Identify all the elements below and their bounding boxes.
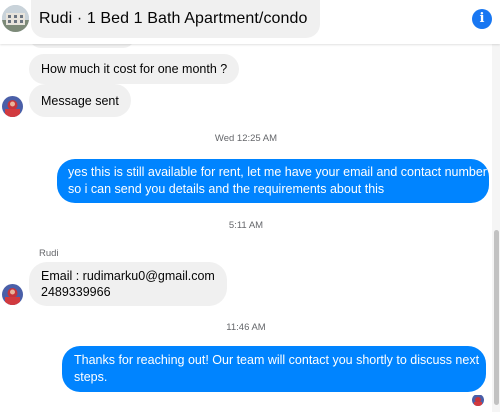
scrollbar[interactable] [492, 44, 500, 412]
message-bubble-outgoing: yes this is still available for rent, le… [57, 159, 489, 203]
message-bubble-partial [29, 44, 135, 48]
timestamp: 5:11 AM [228, 220, 264, 231]
scrollbar-thumb[interactable] [494, 230, 499, 405]
info-icon[interactable]: i [472, 9, 492, 29]
seen-indicator-avatar [472, 394, 484, 406]
message-bubble-incoming: Email : rudimarku0@gmail.com 2489339966 [29, 262, 227, 306]
sender-avatar[interactable] [2, 284, 23, 305]
sender-avatar[interactable] [2, 96, 23, 117]
sender-name: Rudi [39, 248, 59, 259]
chat-header: Rudi · 1 Bed 1 Bath Apartment/condo i [0, 0, 500, 44]
message-bubble-outgoing: Thanks for reaching out! Our team will c… [62, 346, 486, 392]
message-text: How much it cost for one month ? [41, 62, 228, 76]
message-bubble-incoming: How much it cost for one month ? [29, 54, 240, 84]
message-bubble-incoming: Message sent [29, 84, 131, 117]
conversation-title: Rudi · 1 Bed 1 Bath Apartment/condo [39, 10, 308, 27]
conversation-title-pill[interactable]: Rudi · 1 Bed 1 Bath Apartment/condo [31, 0, 320, 38]
message-text: yes this is still available for rent, le… [68, 165, 487, 196]
listing-thumbnail[interactable] [2, 5, 29, 32]
timestamp: Wed 12:25 AM [214, 133, 278, 144]
message-thread: How much it cost for one month ? Message… [0, 44, 492, 412]
message-text: Email : rudimarku0@gmail.com 2489339966 [41, 269, 215, 299]
message-text: Message sent [41, 93, 119, 108]
timestamp: 11:46 AM [226, 322, 266, 333]
message-text: Thanks for reaching out! Our team will c… [74, 353, 480, 384]
